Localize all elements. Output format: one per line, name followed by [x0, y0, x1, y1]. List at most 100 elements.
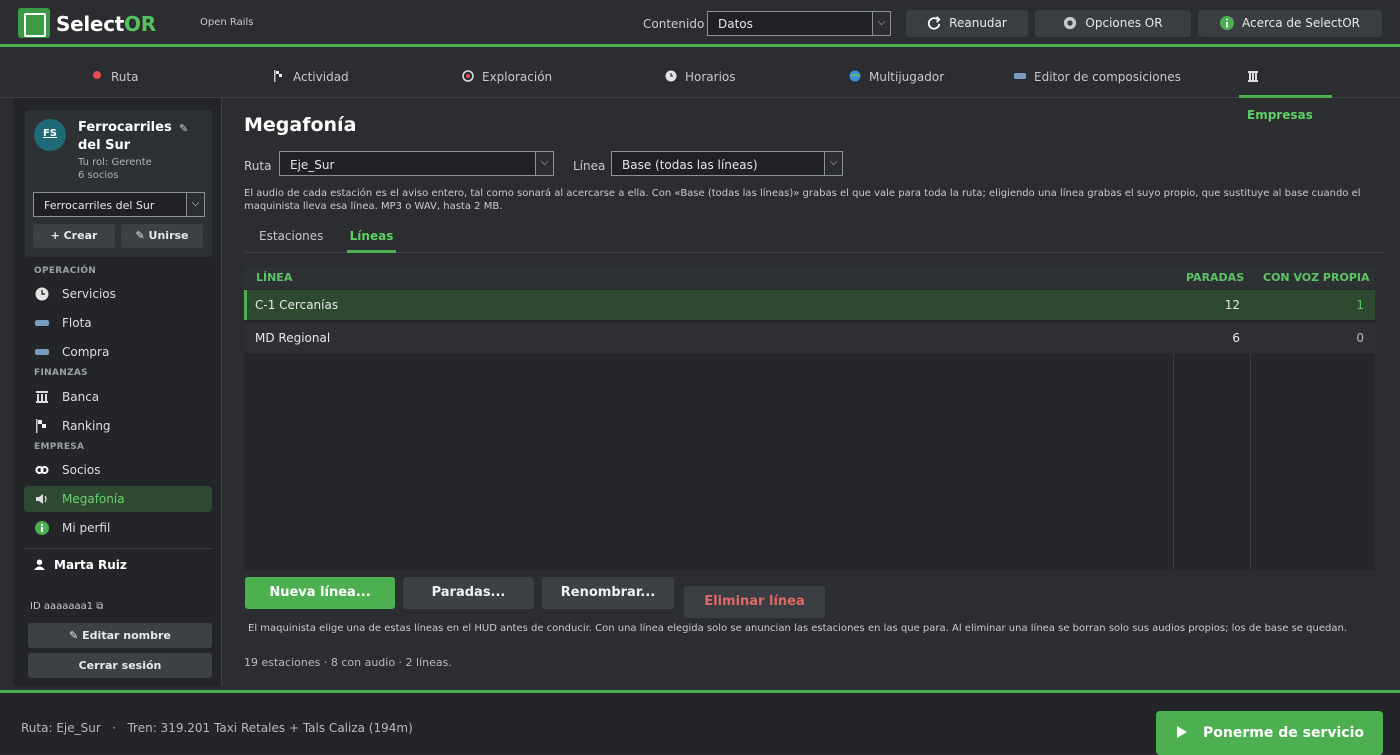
- header-voz-propia[interactable]: CON VOZ PROPIA: [1263, 267, 1370, 289]
- train-icon: [35, 349, 49, 355]
- sidebar-item-banca[interactable]: Banca: [24, 384, 212, 410]
- section-operacion: OPERACIÓN: [34, 266, 97, 276]
- help-note: El maquinista elige una de estas líneas …: [248, 623, 1347, 634]
- train-icon: [35, 320, 49, 326]
- copy-icon[interactable]: ⧉: [96, 601, 103, 612]
- top-bar: SelectOR Open Rails Contenido Datos ⌵ Rea…: [0, 0, 1400, 47]
- plus-icon: +: [50, 229, 64, 242]
- ruta-select[interactable]: Eje_Sur ⌵: [279, 151, 554, 176]
- sidebar-item-socios[interactable]: Socios: [24, 457, 212, 483]
- sidebar-item-ranking[interactable]: Ranking: [24, 413, 212, 439]
- play-icon: [1177, 725, 1188, 738]
- sidebar-item-mi-perfil[interactable]: Mi perfil: [24, 515, 212, 541]
- table-row[interactable]: C-1 Cercanías 12 1: [244, 290, 1375, 320]
- nueva-linea-button[interactable]: Nueva línea...: [245, 577, 395, 609]
- reanudar-button[interactable]: Reanudar: [906, 10, 1028, 37]
- app-subtitle: Open Rails: [200, 17, 254, 28]
- sidebar: FS Ferrocarriles del Sur ✎ Tu rol: Geren…: [13, 98, 222, 686]
- summary-text: 19 estaciones · 8 con audio · 2 líneas.: [244, 656, 452, 669]
- building-icon: [1248, 71, 1258, 82]
- page-title: Megafonía: [244, 114, 357, 136]
- company-name: Ferrocarriles del Sur: [78, 120, 172, 153]
- link-icon: [35, 466, 49, 474]
- sidebar-item-megafonia[interactable]: Megafonía: [24, 486, 212, 512]
- info-icon: [35, 521, 49, 535]
- acerca-button[interactable]: Acerca de SelectOR: [1198, 10, 1382, 37]
- eliminar-linea-button[interactable]: Eliminar línea: [684, 586, 825, 618]
- bottom-bar: Ruta: Eje_Sur · Tren: 319.201 Taxi Retal…: [0, 690, 1400, 755]
- train-icon: [1014, 73, 1026, 79]
- sidebar-item-flota[interactable]: Flota: [24, 310, 212, 336]
- crear-button[interactable]: + Crear: [33, 224, 115, 248]
- company-select[interactable]: Ferrocarriles del Sur ⌵: [33, 192, 205, 217]
- cell-paradas: 12: [1224, 298, 1240, 312]
- tab-actividad[interactable]: Actividad: [273, 58, 349, 98]
- globe-icon: [849, 70, 861, 82]
- refresh-icon: [928, 15, 941, 30]
- header-linea[interactable]: LÍNEA: [256, 267, 292, 289]
- speaker-icon: [36, 494, 47, 504]
- tab-multijugador[interactable]: Multijugador: [849, 58, 944, 98]
- app-name: SelectOR: [56, 12, 156, 36]
- tab-empresas[interactable]: Empresas: [1239, 58, 1332, 122]
- clock-icon: [665, 70, 677, 82]
- user-icon: [34, 559, 45, 570]
- compass-icon: [462, 70, 474, 82]
- info-icon: [1219, 15, 1234, 30]
- user-name: Marta Ruiz: [34, 558, 127, 572]
- bank-icon: [36, 391, 48, 403]
- cell-paradas: 6: [1232, 331, 1240, 345]
- tab-ruta[interactable]: Ruta: [91, 58, 138, 98]
- map-pin-icon: [93, 71, 101, 79]
- linea-label: Línea: [573, 159, 606, 173]
- company-card: FS Ferrocarriles del Sur ✎ Tu rol: Geren…: [25, 110, 212, 257]
- ponerme-de-servicio-button[interactable]: Ponerme de servicio: [1156, 711, 1383, 755]
- company-members-count: 6 socios: [78, 170, 119, 181]
- clock-icon: [35, 287, 49, 301]
- cell-voz-propia: 0: [1356, 331, 1364, 345]
- contenido-label: Contenido: [643, 17, 705, 31]
- gear-icon: [1064, 16, 1077, 29]
- app-logo-icon: [18, 8, 50, 38]
- cell-linea: C-1 Cercanías: [255, 298, 339, 312]
- ruta-label: Ruta: [244, 159, 272, 173]
- pencil-icon[interactable]: ✎: [179, 122, 188, 135]
- cell-voz-propia: 1: [1356, 298, 1364, 312]
- contenido-select[interactable]: Datos ⌵: [707, 11, 891, 36]
- tab-estaciones[interactable]: Estaciones: [259, 224, 323, 253]
- checkered-flag-icon: [36, 419, 46, 433]
- editar-nombre-button[interactable]: ✎ Editar nombre: [28, 623, 212, 648]
- cerrar-sesion-button[interactable]: Cerrar sesión: [28, 653, 212, 678]
- table-header: LÍNEA PARADAS CON VOZ PROPIA: [244, 267, 1375, 289]
- paradas-button[interactable]: Paradas...: [403, 577, 534, 609]
- user-id: ID aaaaaaa1 ⧉: [30, 601, 104, 612]
- header-paradas[interactable]: PARADAS: [1186, 267, 1244, 289]
- tab-lineas[interactable]: Líneas: [347, 224, 396, 253]
- chevron-down-icon: ⌵: [824, 152, 842, 175]
- opciones-or-button[interactable]: Opciones OR: [1035, 10, 1191, 37]
- column-divider: [1250, 353, 1251, 570]
- handshake-icon: ✎: [135, 229, 149, 242]
- unirse-button[interactable]: ✎ Unirse: [121, 224, 203, 248]
- tab-horarios[interactable]: Horarios: [665, 58, 736, 98]
- lineas-table: LÍNEA PARADAS CON VOZ PROPIA C-1 Cercaní…: [244, 267, 1375, 570]
- column-divider: [1173, 353, 1174, 570]
- chevron-down-icon: ⌵: [872, 12, 890, 35]
- tab-editor-composiciones[interactable]: Editor de composiciones: [1014, 58, 1181, 98]
- chevron-down-icon: ⌵: [186, 193, 204, 216]
- pencil-icon: ✎: [69, 629, 83, 642]
- checkered-flag-icon: [274, 70, 282, 82]
- main-nav: Ruta Actividad Exploración Horarios Mult…: [0, 58, 1400, 122]
- sidebar-item-servicios[interactable]: Servicios: [24, 281, 212, 307]
- renombrar-button[interactable]: Renombrar...: [542, 577, 674, 609]
- table-row[interactable]: MD Regional 6 0: [244, 323, 1375, 353]
- route-info: Ruta: Eje_Sur · Tren: 319.201 Taxi Retal…: [21, 721, 413, 735]
- section-finanzas: FINANZAS: [34, 368, 88, 378]
- cell-linea: MD Regional: [255, 331, 331, 345]
- description-text: El audio de cada estación es el aviso en…: [244, 188, 1361, 212]
- sidebar-divider: [24, 548, 212, 549]
- company-role: Tu rol: Gerente: [78, 157, 152, 168]
- sidebar-item-compra[interactable]: Compra: [24, 339, 212, 365]
- tab-exploracion[interactable]: Exploración: [462, 58, 552, 98]
- linea-select[interactable]: Base (todas las líneas) ⌵: [611, 151, 843, 176]
